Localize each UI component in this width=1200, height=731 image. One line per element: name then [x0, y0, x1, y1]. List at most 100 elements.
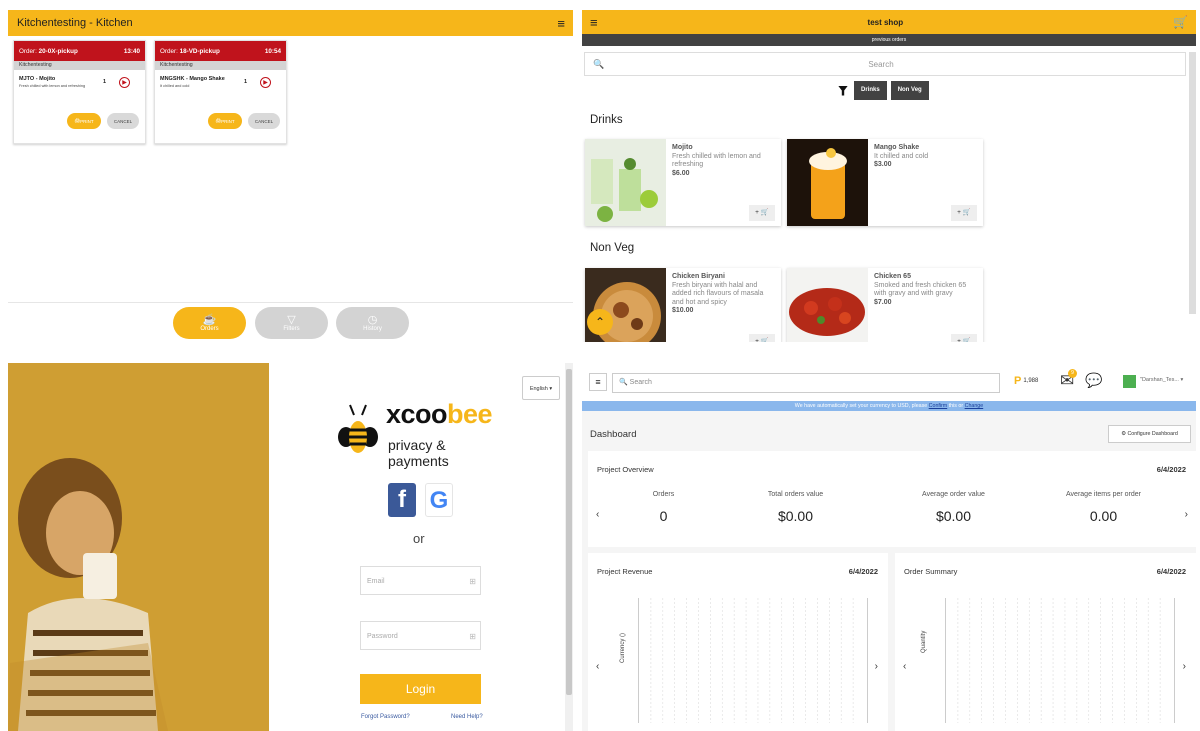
shop-panel: ≡ test shop 🛒 previous orders 🔍 Search D… [582, 10, 1196, 342]
chevron-right-icon[interactable]: › [1183, 661, 1186, 672]
menu-icon[interactable]: ≡ [589, 373, 607, 391]
product-desc: It chilled and cold [874, 152, 929, 160]
logo-text-accent: bee [447, 399, 493, 429]
card-date: 6/4/2022 [1156, 567, 1186, 576]
clock-icon: ◷ [367, 313, 378, 326]
product-image-chicken-65 [787, 268, 868, 342]
points-counter[interactable]: P 1,988 [1014, 375, 1038, 387]
avatar[interactable] [1123, 375, 1136, 388]
search-bar[interactable]: 🔍 Search [584, 52, 1186, 76]
filter-chip-nonveg[interactable]: Non Veg [890, 81, 929, 100]
search-input[interactable]: Search [607, 60, 1155, 69]
category-heading: Drinks [590, 114, 623, 126]
hero-photo [8, 363, 269, 731]
chat-icon[interactable]: 💬 [1085, 372, 1102, 389]
product-card[interactable]: Chicken 65 Smoked and fresh chicken 65 w… [787, 268, 983, 342]
chevron-left-icon[interactable]: ‹ [596, 661, 599, 672]
add-to-cart-button[interactable]: + 🛒 [951, 334, 977, 342]
kitchen-panel: Kitchentesting - Kitchen ≡ Order: 20-0X-… [8, 10, 573, 342]
print-button[interactable]: 🖨 PRINT [208, 113, 242, 129]
add-to-cart-button[interactable]: + 🛒 [749, 334, 775, 342]
kpi: Orders 0 [652, 491, 675, 524]
chevron-up-icon: ⌃ [594, 315, 606, 329]
menu-icon[interactable]: ≡ [557, 16, 565, 31]
product-card[interactable]: Mojito Fresh chilled with lemon and refr… [585, 139, 781, 226]
confirm-link[interactable]: Confirm [929, 403, 948, 409]
play-icon[interactable]: ▶ [119, 76, 130, 88]
product-price: $10.00 [672, 307, 694, 314]
order-item-qty: 1 [103, 79, 107, 85]
product-card[interactable]: Mango Shake It chilled and cold $3.00 + … [787, 139, 983, 226]
cancel-button[interactable]: CANCEL [248, 113, 280, 129]
cart-icon[interactable]: 🛒 [1173, 15, 1188, 29]
y-axis-label: Currency () [620, 632, 626, 663]
chevron-left-icon[interactable]: ‹ [903, 661, 906, 672]
login-button[interactable]: Login [360, 674, 481, 704]
field-icon: ⊞ [469, 577, 476, 586]
bee-icon [338, 404, 378, 453]
order-item-qty: 1 [244, 79, 248, 85]
nav-orders-button[interactable]: ☕ Orders [173, 307, 246, 339]
previous-orders-link[interactable]: previous orders [582, 34, 1196, 46]
product-name: Mango Shake [874, 144, 920, 151]
email-field[interactable]: Email ⊞ [360, 566, 481, 595]
card-title: Order Summary [904, 567, 958, 576]
need-help-link[interactable]: Need Help? [451, 714, 483, 720]
page-title: Dashboard [590, 429, 637, 440]
scrollbar-thumb[interactable] [566, 369, 572, 695]
add-to-cart-button[interactable]: + 🛒 [951, 205, 977, 221]
card-date: 6/4/2022 [848, 567, 878, 576]
facebook-icon: f [398, 486, 406, 513]
chevron-right-icon[interactable]: › [1185, 509, 1188, 520]
product-desc: Smoked and fresh chicken 65 with gravy a… [874, 281, 967, 298]
product-card[interactable]: Chicken Biryani Fresh biryani with halal… [585, 268, 781, 342]
password-field[interactable]: Password ⊞ [360, 621, 481, 650]
points-icon: P [1014, 375, 1022, 387]
order-prefix: Order: [19, 47, 37, 55]
order-card: Order: 20-0X-pickup 13:40 Kitchentesting… [13, 40, 146, 144]
shop-title: test shop [867, 17, 904, 27]
facebook-login-button[interactable]: f [388, 483, 416, 517]
kitchen-header: Kitchentesting - Kitchen ≡ [8, 10, 573, 36]
search-icon: 🔍 [593, 58, 605, 69]
product-price: $6.00 [672, 169, 690, 177]
order-prefix: Order: [160, 47, 178, 55]
menu-icon[interactable]: ≡ [590, 15, 598, 30]
change-link[interactable]: Change [965, 403, 984, 409]
filter-icon: ▽ [287, 313, 296, 326]
scrollbar[interactable] [565, 363, 573, 731]
nav-history-button[interactable]: ◷ History [336, 307, 409, 339]
product-image-mojito [585, 139, 666, 226]
filter-chip-drinks[interactable]: Drinks [854, 81, 887, 100]
user-menu[interactable]: "Darshan_Tes... ▾ [1140, 377, 1183, 383]
order-location: Kitchentesting [155, 61, 286, 70]
product-image-mango-shake [787, 139, 868, 226]
order-item-name: MJTO - Mojito [19, 76, 56, 82]
kpi: Average order value $0.00 [922, 491, 985, 524]
forgot-password-link[interactable]: Forgot Password? [361, 714, 410, 720]
chevron-right-icon[interactable]: › [875, 661, 878, 672]
language-select[interactable]: English ▾ [522, 376, 560, 400]
order-summary-card: Order Summary 6/4/2022 Quantity ‹ › [895, 553, 1196, 731]
currency-banner: We have automatically set your currency … [582, 401, 1196, 411]
divider [8, 302, 573, 303]
play-icon[interactable]: ▶ [260, 76, 271, 88]
configure-dashboard-button[interactable]: ⚙ Configure Dashboard [1108, 425, 1191, 443]
google-login-button[interactable]: G [425, 483, 453, 517]
funnel-icon[interactable] [838, 85, 848, 96]
print-button[interactable]: 🖨 PRINT [67, 113, 101, 129]
cancel-button[interactable]: CANCEL [107, 113, 139, 129]
product-price: $3.00 [874, 161, 892, 168]
order-card: Order: 18-VD-pickup 10:54 Kitchentesting… [154, 40, 287, 144]
search-input[interactable]: 🔍 Search [612, 373, 1000, 393]
nav-filters-button[interactable]: ▽ Filters [255, 307, 328, 339]
add-to-cart-button[interactable]: + 🛒 [749, 205, 775, 221]
order-id: 18-VD-pickup [179, 47, 220, 55]
scrollbar[interactable] [1189, 52, 1196, 314]
product-name: Mojito [672, 144, 693, 151]
order-item-name: MNGSHK - Mango Shake [160, 76, 225, 82]
scroll-up-button[interactable]: ⌃ [587, 309, 613, 335]
order-time: 13:40 [123, 47, 140, 55]
card-title: Project Overview [597, 465, 654, 474]
product-desc: Fresh chilled with lemon and refreshing [672, 152, 761, 169]
